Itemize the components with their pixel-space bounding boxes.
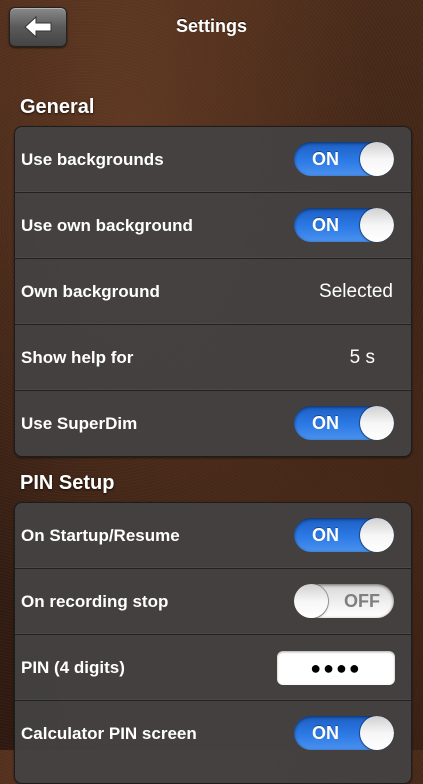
show-help-duration-value: 5 s [349, 347, 375, 368]
use-own-background-toggle[interactable]: ON [294, 208, 394, 242]
toggle-knob [360, 716, 394, 750]
toggle-state-text: OFF [344, 591, 380, 611]
setting-label: On Startup/Resume [21, 526, 180, 545]
pin-setup-group: On Startup/Resume ON On recording stop O… [14, 502, 412, 784]
setting-row-use-own-background: Use own background ON [15, 193, 411, 259]
setting-label: PIN (4 digits) [21, 658, 125, 677]
setting-row-on-startup-resume: On Startup/Resume ON [15, 503, 411, 569]
setting-label: Own background [21, 282, 160, 301]
page-title: Settings [175, 16, 247, 36]
setting-row-own-background[interactable]: Own background Selected [15, 259, 411, 325]
navigation-bar: Settings [0, 0, 423, 56]
toggle-state-text: ON [312, 723, 339, 743]
setting-label: Use SuperDim [21, 414, 138, 433]
pin-input[interactable]: ●●●● [277, 651, 395, 685]
setting-row-use-backgrounds: Use backgrounds ON [15, 127, 411, 193]
toggle-knob [360, 518, 394, 552]
setting-label: On recording stop [21, 592, 169, 611]
toggle-state-text: ON [312, 149, 339, 169]
setting-row-on-recording-stop: On recording stop OFF [15, 569, 411, 635]
own-background-value: Selected [319, 281, 393, 302]
calculator-pin-screen-toggle[interactable]: ON [294, 716, 394, 750]
setting-row-pin: PIN (4 digits) ●●●● [15, 635, 411, 701]
setting-label: Calculator PIN screen [21, 724, 197, 743]
setting-label: Show help for [21, 348, 134, 367]
setting-row-show-help-for[interactable]: Show help for 5 s [15, 325, 411, 391]
toggle-state-text: ON [312, 525, 339, 545]
toggle-state-text: ON [312, 413, 339, 433]
toggle-state-text: ON [312, 215, 339, 235]
on-recording-stop-toggle[interactable]: OFF [294, 584, 394, 618]
setting-label: Use backgrounds [21, 150, 164, 169]
setting-row-calculator-pin-screen: Calculator PIN screen ON [15, 701, 411, 766]
on-startup-resume-toggle[interactable]: ON [294, 518, 394, 552]
setting-label: Use own background [21, 216, 193, 235]
toggle-knob [360, 406, 394, 440]
use-backgrounds-toggle[interactable]: ON [294, 142, 394, 176]
section-title-pin-setup: PIN Setup [20, 472, 115, 494]
toggle-knob [294, 584, 328, 618]
section-title-general: General [20, 96, 95, 118]
general-settings-group: Use backgrounds ON Use own background ON… [14, 126, 412, 457]
toggle-knob [360, 208, 394, 242]
setting-row-use-superdim: Use SuperDim ON [15, 391, 411, 456]
use-superdim-toggle[interactable]: ON [294, 406, 394, 440]
toggle-knob [360, 142, 394, 176]
